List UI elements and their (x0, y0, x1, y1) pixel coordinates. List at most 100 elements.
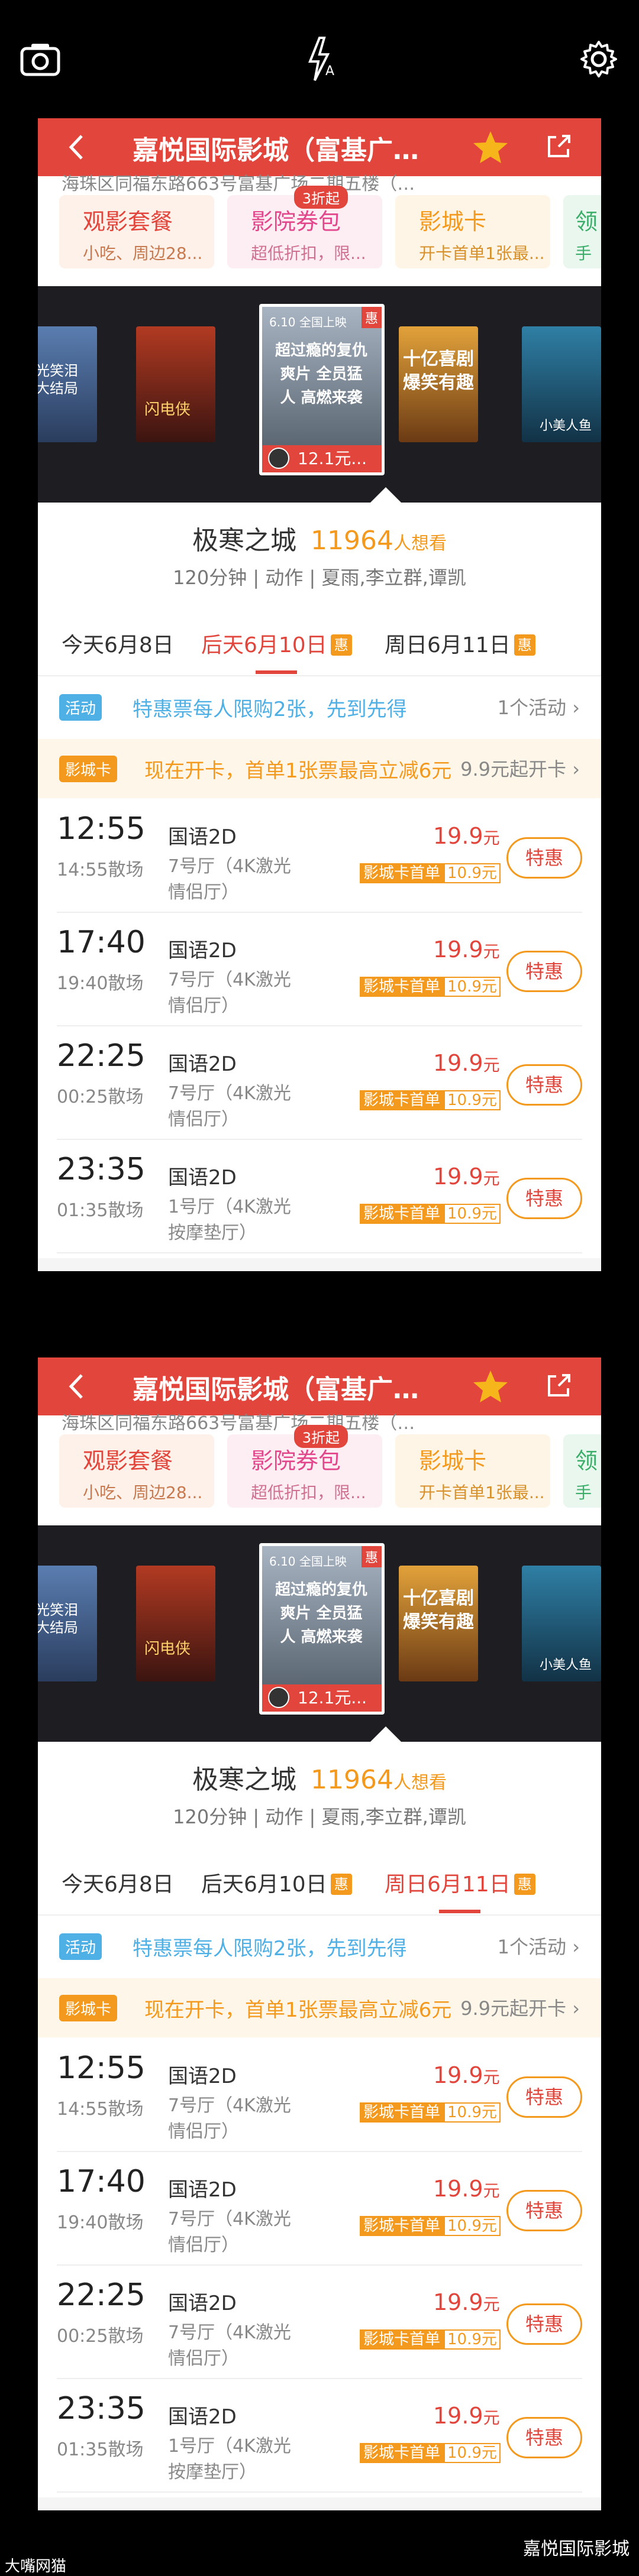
cinema-panel: 嘉悦国际影城（富基广… 海珠区同福东路663号富基广场二期五楼（… 观影套餐 小… (38, 1357, 601, 2510)
showtime-row[interactable]: 23:35 01:35散场 国语2D 1号厅（4K激光按摩垫厅） 19.9元 影… (57, 2379, 582, 2493)
card-offer-row[interactable]: 影城卡 现在开卡，首单1张票最高立减6元 9.9元起开卡 › (38, 1978, 601, 2037)
start-time: 17:40 (57, 2164, 146, 2199)
flash-mode-label: A (325, 64, 335, 79)
card-first-order-price: 影城卡首单 10.9元 (360, 2100, 501, 2123)
movie-poster[interactable]: 十亿喜剧 爆笑有趣 (399, 326, 478, 442)
promo-coupon-pack[interactable]: 3折起 影院券包 超低折扣，限... (227, 186, 382, 268)
movie-poster[interactable]: 小美人鱼 (522, 1566, 601, 1681)
start-time: 22:25 (57, 1038, 146, 1074)
poster-carousel[interactable]: 月光笑泪 一大结局 闪电侠 6.10 全国上映 惠 超过瘾的复仇爽片 全员猛人 … (38, 286, 601, 503)
share-icon[interactable] (544, 1372, 573, 1400)
buy-discount-button[interactable]: 特惠 (506, 1064, 582, 1106)
buy-discount-button[interactable]: 特惠 (506, 837, 582, 879)
buy-discount-button[interactable]: 特惠 (506, 2076, 582, 2118)
ticket-price: 19.9元 (433, 1164, 500, 1190)
promo-cinema-card[interactable]: 影城卡 开卡首单1张最... (395, 195, 550, 268)
ticket-price: 19.9元 (433, 2062, 500, 2088)
showtime-row[interactable]: 12:55 14:55散场 国语2D 7号厅（4K激光情侣厅） 19.9元 影城… (57, 2039, 582, 2152)
card-price: 9.9元起开卡 › (460, 1997, 580, 2020)
promo-cinema-card[interactable]: 影城卡 开卡首单1张最... (395, 1434, 550, 1508)
movie-poster[interactable]: 月光笑泪 一大结局 (38, 1566, 97, 1681)
buy-discount-button[interactable]: 特惠 (506, 2417, 582, 2458)
promo-subtitle: 小吃、周边28... (83, 244, 203, 263)
buy-discount-button[interactable]: 特惠 (506, 1178, 582, 1219)
movie-poster[interactable]: 小美人鱼 (522, 326, 601, 442)
date-tab-2[interactable]: 后天6月10日惠 (201, 1867, 352, 1898)
promo-title: 影城卡 (419, 1448, 487, 1474)
start-time: 12:55 (57, 811, 146, 847)
showtime-row[interactable]: 17:40 19:40散场 国语2D 7号厅（4K激光情侣厅） 19.9元 影城… (57, 2152, 582, 2266)
hall-name: 1号厅（4K激光按摩垫厅） (168, 1197, 291, 1243)
settings-gear-icon[interactable] (575, 35, 622, 83)
hall-name: 7号厅（4K激光情侣厅） (168, 856, 291, 903)
flash-auto-icon[interactable]: A (296, 35, 343, 83)
activity-row[interactable]: 活动 特惠票每人限购2张，先到先得 1个活动 › (38, 678, 601, 737)
showtime-row[interactable]: 23:35 01:35散场 国语2D 1号厅（4K激光按摩垫厅） 19.9元 影… (57, 1140, 582, 1253)
promo-snack-package[interactable]: 观影套餐 小吃、周边28... (59, 195, 214, 268)
showtime-row[interactable]: 12:55 14:55散场 国语2D 7号厅（4K激光情侣厅） 19.9元 影城… (57, 799, 582, 913)
movie-poster[interactable]: 月光笑泪 一大结局 (38, 326, 97, 442)
card-offer-row[interactable]: 影城卡 现在开卡，首单1张票最高立减6元 9.9元起开卡 › (38, 739, 601, 798)
buy-discount-button[interactable]: 特惠 (506, 2303, 582, 2345)
back-icon[interactable] (62, 131, 93, 163)
end-time: 00:25散场 (57, 2326, 144, 2347)
movie-poster-selected[interactable]: 6.10 全国上映 惠 超过瘾的复仇爽片 全员猛人 高燃来袭 12.1元... (259, 1543, 385, 1715)
language-format: 国语2D (168, 2178, 237, 2202)
hall-name: 7号厅（4K激光情侣厅） (168, 970, 291, 1016)
date-tab-1[interactable]: 今天6月8日 (62, 628, 174, 659)
start-time: 23:35 (57, 2391, 146, 2426)
showtime-row[interactable]: 17:40 19:40散场 国语2D 7号厅（4K激光情侣厅） 19.9元 影城… (57, 913, 582, 1026)
date-tab-1[interactable]: 今天6月8日 (62, 1867, 174, 1898)
date-tab-3[interactable]: 周日6月11日惠 (385, 628, 535, 659)
poster-text: 小美人鱼 (540, 1658, 592, 1673)
activity-row[interactable]: 活动 特惠票每人限购2张，先到先得 1个活动 › (38, 1917, 601, 1976)
promo-subtitle: 小吃、周边28... (83, 1483, 203, 1502)
movie-poster-selected[interactable]: 6.10 全国上映 惠 超过瘾的复仇爽片 全员猛人 高燃来袭 12.1元... (259, 304, 385, 475)
hall-name: 7号厅（4K激光情侣厅） (168, 2209, 291, 2256)
promo-subtitle: 开卡首单1张最... (419, 244, 545, 263)
showtime-row[interactable]: 22:25 00:25散场 国语2D 7号厅（4K激光情侣厅） 19.9元 影城… (57, 2266, 582, 2379)
list-end-strip (38, 1258, 601, 1271)
movie-poster[interactable]: 十亿喜剧 爆笑有趣 (399, 1566, 478, 1681)
showtime-row[interactable]: 22:25 00:25散场 国语2D 7号厅（4K激光情侣厅） 19.9元 影城… (57, 1026, 582, 1140)
card-first-order-price: 影城卡首单 10.9元 (360, 1201, 501, 1224)
camera-icon[interactable] (17, 35, 64, 83)
promo-title: 影城卡 (419, 209, 487, 235)
hall-name: 1号厅（4K激光按摩垫厅） (168, 2436, 291, 2483)
movie-meta: 120分钟 | 动作 | 夏雨,李立群,谭凯 (173, 1806, 466, 1828)
avatar (268, 448, 289, 469)
card-badge: 影城卡 (59, 756, 118, 782)
card-first-order-price: 影城卡首单 10.9元 (360, 1088, 501, 1110)
active-tab-indicator (439, 1910, 480, 1913)
poster-text: 十亿喜剧 爆笑有趣 (403, 1588, 474, 1632)
promo-coupon-pack[interactable]: 3折起 影院券包 超低折扣，限... (227, 1425, 382, 1508)
promo-partial[interactable]: 领 手 (563, 195, 601, 268)
promo-subtitle: 超低折扣，限... (251, 244, 366, 263)
share-icon[interactable] (544, 132, 573, 161)
movie-info: 极寒之城 11964人想看 120分钟 | 动作 | 夏雨,李立群,谭凯 (38, 503, 601, 590)
favorite-star-icon[interactable] (472, 130, 509, 164)
start-time: 23:35 (57, 1152, 146, 1187)
poster-tagline: 超过瘾的复仇爽片 全员猛人 高燃来袭 (275, 342, 367, 407)
movie-poster[interactable]: 闪电侠 (136, 326, 215, 442)
back-icon[interactable] (62, 1370, 93, 1402)
movie-meta: 120分钟 | 动作 | 夏雨,李立群,谭凯 (173, 566, 466, 589)
ticket-price: 19.9元 (433, 937, 500, 963)
end-time: 19:40散场 (57, 2212, 144, 2233)
promo-partial[interactable]: 领 手 (563, 1434, 601, 1508)
poster-carousel[interactable]: 月光笑泪 一大结局 闪电侠 6.10 全国上映 惠 超过瘾的复仇爽片 全员猛人 … (38, 1525, 601, 1742)
date-tab-2[interactable]: 后天6月10日惠 (201, 628, 352, 659)
buy-discount-button[interactable]: 特惠 (506, 2190, 582, 2231)
card-first-order-price: 影城卡首单 10.9元 (360, 2214, 501, 2236)
camera-toolbar: A (0, 0, 639, 118)
promo-snack-package[interactable]: 观影套餐 小吃、周边28... (59, 1434, 214, 1508)
discount-badge: 惠 (514, 1874, 535, 1895)
selection-pointer (370, 487, 401, 503)
buy-discount-button[interactable]: 特惠 (506, 951, 582, 992)
favorite-star-icon[interactable] (472, 1369, 509, 1404)
selection-pointer (370, 1726, 401, 1742)
start-time: 22:25 (57, 2277, 146, 2313)
date-tab-3[interactable]: 周日6月11日惠 (385, 1867, 535, 1898)
movie-poster[interactable]: 闪电侠 (136, 1566, 215, 1681)
wish-count: 11964 (311, 1765, 393, 1795)
